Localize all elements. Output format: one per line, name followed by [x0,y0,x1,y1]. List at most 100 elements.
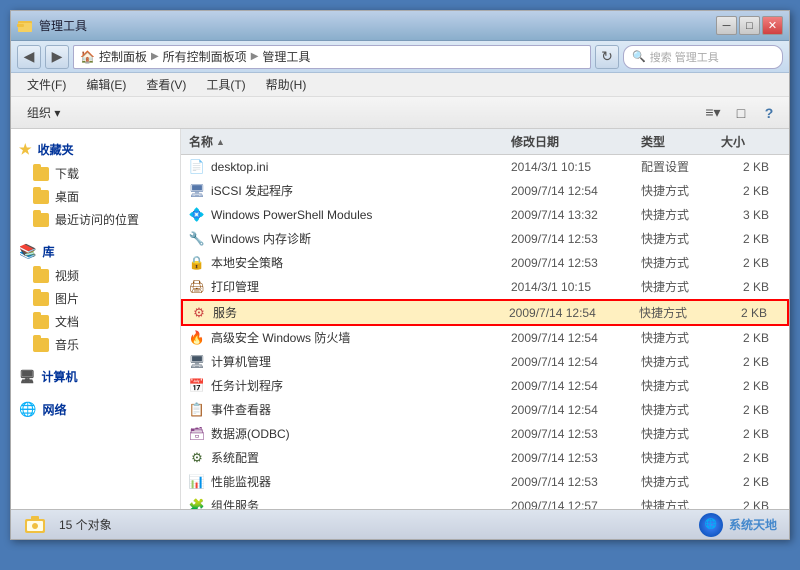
minimize-button[interactable]: ─ [716,16,737,35]
file-size: 2 KB [721,499,781,510]
search-icon: 🔍 [632,50,646,63]
file-type-text: 快捷方式 [641,254,721,271]
sidebar-item-music[interactable]: 音乐 [11,333,180,356]
video-folder-icon [33,269,49,283]
file-date: 2009/7/14 13:32 [511,208,641,222]
file-size: 2 KB [721,475,781,489]
file-type-text: 快捷方式 [641,377,721,394]
file-date: 2009/7/14 12:54 [509,306,639,320]
file-name: Windows 内存诊断 [211,230,511,247]
network-label: 网络 [42,401,66,418]
recent-label: 最近访问的位置 [55,211,139,228]
view-change-button[interactable]: ≡▾ [701,101,725,125]
file-date: 2009/7/14 12:54 [511,184,641,198]
sidebar-item-video[interactable]: 视频 [11,264,180,287]
col-date-header[interactable]: 修改日期 [511,133,641,150]
menu-tools[interactable]: 工具(T) [198,74,253,95]
file-date: 2009/7/14 12:53 [511,475,641,489]
menu-file[interactable]: 文件(F) [19,74,74,95]
file-size: 2 KB [721,160,781,174]
address-part-2[interactable]: 所有控制面板项 [163,48,247,65]
main-area: ★ 收藏夹 下载 桌面 最近访问的位置 📚 库 视频 [11,129,789,509]
doc-label: 文档 [55,313,79,330]
address-sep-2: ▶ [251,51,259,62]
sidebar-computer-header[interactable]: 🖥 计算机 [11,364,180,389]
organize-button[interactable]: 组织 ▾ [19,101,68,124]
file-type-icon: 💠 [189,207,205,223]
table-row[interactable]: 📄 desktop.ini 2014/3/1 10:15 配置设置 2 KB [181,155,789,179]
file-type-icon: 📊 [189,474,205,490]
file-name: desktop.ini [211,160,511,174]
file-rows-container: 📄 desktop.ini 2014/3/1 10:15 配置设置 2 KB 🖥… [181,155,789,509]
menu-view[interactable]: 查看(V) [138,74,194,95]
title-bar-left: 管理工具 [17,17,87,34]
close-button[interactable]: ✕ [762,16,783,35]
file-date: 2014/3/1 10:15 [511,280,641,294]
folder-icon-small: 🏠 [80,50,95,64]
forward-button[interactable]: ▶ [45,45,69,69]
menu-edit[interactable]: 编辑(E) [78,74,134,95]
table-row[interactable]: 🔒 本地安全策略 2009/7/14 12:53 快捷方式 2 KB [181,251,789,275]
file-size: 2 KB [721,280,781,294]
search-bar[interactable]: 🔍 搜索 管理工具 [623,45,783,69]
preview-button[interactable]: □ [729,101,753,125]
file-size: 2 KB [721,403,781,417]
maximize-button[interactable]: □ [739,16,760,35]
file-type-icon: 🖨 [189,279,205,295]
table-row[interactable]: 🧩 组件服务 2009/7/14 12:57 快捷方式 2 KB [181,494,789,509]
table-row[interactable]: 📊 性能监视器 2009/7/14 12:53 快捷方式 2 KB [181,470,789,494]
table-row[interactable]: 💠 Windows PowerShell Modules 2009/7/14 1… [181,203,789,227]
doc-folder-icon [33,315,49,329]
file-type-icon: 🔥 [189,330,205,346]
col-type-header[interactable]: 类型 [641,133,721,150]
file-size: 2 KB [721,232,781,246]
table-row[interactable]: ⚙ 服务 2009/7/14 12:54 快捷方式 2 KB [181,299,789,326]
computer-label: 计算机 [42,368,78,385]
address-part-3[interactable]: 管理工具 [262,48,310,65]
address-part-1[interactable]: 控制面板 [99,48,147,65]
table-row[interactable]: 📋 事件查看器 2009/7/14 12:54 快捷方式 2 KB [181,398,789,422]
file-type-text: 快捷方式 [641,353,721,370]
table-row[interactable]: 🗃 数据源(ODBC) 2009/7/14 12:53 快捷方式 2 KB [181,422,789,446]
help-button[interactable]: ? [757,101,781,125]
status-right: 🌐 系统天地 [699,513,777,537]
toolbar-right: ≡▾ □ ? [701,101,781,125]
sidebar-favorites-header[interactable]: ★ 收藏夹 [11,137,180,162]
sidebar-item-download[interactable]: 下载 [11,162,180,185]
sidebar-item-picture[interactable]: 图片 [11,287,180,310]
menu-bar: 文件(F) 编辑(E) 查看(V) 工具(T) 帮助(H) [11,73,789,97]
menu-help[interactable]: 帮助(H) [258,74,315,95]
sidebar-item-document[interactable]: 文档 [11,310,180,333]
table-row[interactable]: 🖥 计算机管理 2009/7/14 12:54 快捷方式 2 KB [181,350,789,374]
table-row[interactable]: 🖨 打印管理 2014/3/1 10:15 快捷方式 2 KB [181,275,789,299]
status-icon [23,513,47,537]
sidebar-network-header[interactable]: 🌐 网络 [11,397,180,422]
sidebar-item-recent[interactable]: 最近访问的位置 [11,208,180,231]
sidebar-item-desktop[interactable]: 桌面 [11,185,180,208]
refresh-button[interactable]: ↻ [595,45,619,69]
col-size-header[interactable]: 大小 [721,133,781,150]
file-size: 2 KB [721,451,781,465]
file-type-icon: 🧩 [189,498,205,510]
sidebar: ★ 收藏夹 下载 桌面 最近访问的位置 📚 库 视频 [11,129,181,509]
table-row[interactable]: 🖥 iSCSI 发起程序 2009/7/14 12:54 快捷方式 2 KB [181,179,789,203]
file-size: 2 KB [721,427,781,441]
library-label: 库 [42,243,54,260]
file-size: 2 KB [721,256,781,270]
back-button[interactable]: ◀ [17,45,41,69]
table-row[interactable]: 🔧 Windows 内存诊断 2009/7/14 12:53 快捷方式 2 KB [181,227,789,251]
table-row[interactable]: ⚙ 系统配置 2009/7/14 12:53 快捷方式 2 KB [181,446,789,470]
col-name-header[interactable]: 名称 ▲ [189,133,511,150]
address-bar[interactable]: 🏠 控制面板 ▶ 所有控制面板项 ▶ 管理工具 [73,45,591,69]
search-placeholder: 搜索 管理工具 [650,49,719,65]
sidebar-library-header[interactable]: 📚 库 [11,239,180,264]
file-type-text: 配置设置 [641,158,721,175]
library-icon: 📚 [19,243,36,260]
table-row[interactable]: 🔥 高级安全 Windows 防火墙 2009/7/14 12:54 快捷方式 … [181,326,789,350]
favorites-icon: ★ [19,141,32,158]
status-count: 15 个对象 [59,516,112,533]
sidebar-divider-2 [11,356,180,364]
globe-icon: 🌐 [699,513,723,537]
table-row[interactable]: 📅 任务计划程序 2009/7/14 12:54 快捷方式 2 KB [181,374,789,398]
file-date: 2014/3/1 10:15 [511,160,641,174]
